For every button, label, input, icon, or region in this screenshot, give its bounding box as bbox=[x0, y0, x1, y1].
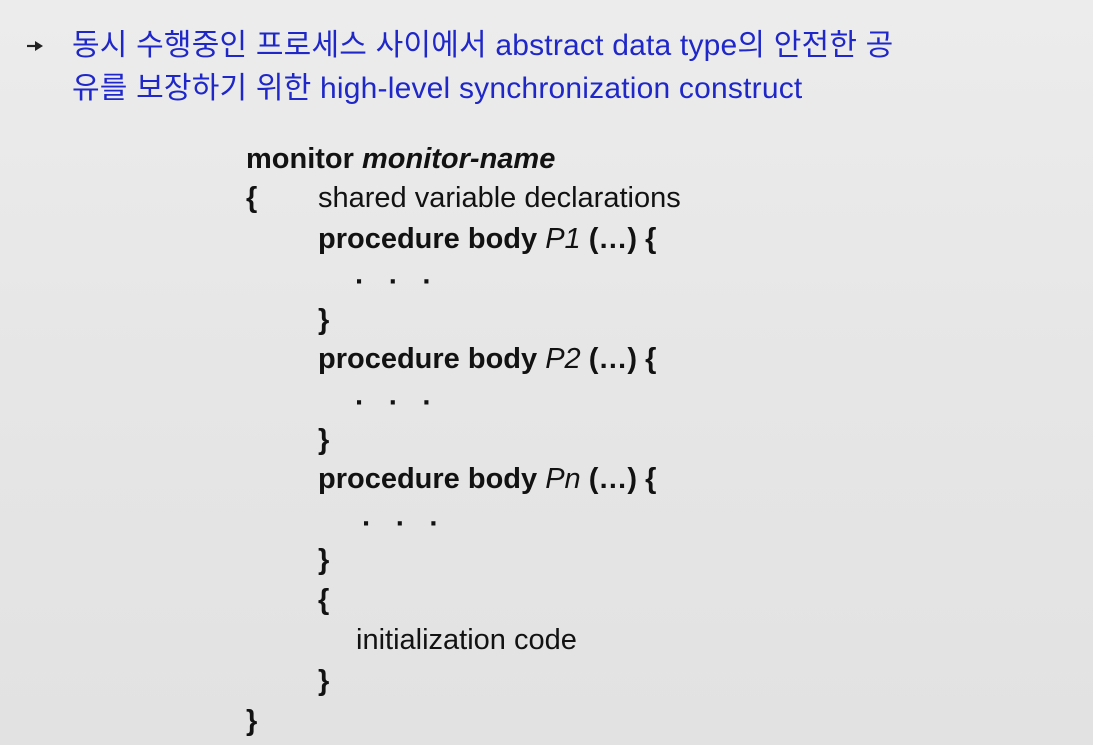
monitor-close-brace: } bbox=[246, 705, 258, 737]
initialization-close-brace: } bbox=[318, 665, 330, 697]
slide: 동시 수행중인 프로세스 사이에서 abstract data type의 안전… bbox=[0, 0, 1093, 745]
procedure-p1-header: procedure body P1 (…) { bbox=[318, 221, 656, 257]
monitor-declaration: monitor monitor-name bbox=[246, 141, 555, 177]
shared-variable-declarations: shared variable declarations bbox=[318, 182, 681, 214]
procedure-name: P2 bbox=[545, 343, 581, 375]
procedure-keyword: procedure body bbox=[318, 223, 538, 255]
procedure-p2-close: } bbox=[318, 424, 330, 456]
initialization-open-brace: { bbox=[318, 584, 330, 616]
procedure-keyword: procedure body bbox=[318, 463, 538, 495]
monitor-keyword: monitor bbox=[246, 143, 354, 175]
procedure-pn-body: · · · bbox=[362, 508, 448, 540]
procedure-name: Pn bbox=[545, 463, 581, 495]
bullet-line-2: 유를 보장하기 위한 high-level synchronization co… bbox=[72, 72, 803, 105]
procedure-pn-header: procedure body Pn (…) { bbox=[318, 461, 656, 497]
procedure-p2-body: · · · bbox=[355, 387, 441, 419]
bullet-line-1: 동시 수행중인 프로세스 사이에서 abstract data type의 안전… bbox=[72, 29, 894, 62]
initialization-code: initialization code bbox=[356, 624, 577, 656]
procedure-params: (…) { bbox=[588, 343, 657, 375]
bullet-text: 동시 수행중인 프로세스 사이에서 abstract data type의 안전… bbox=[72, 24, 1082, 110]
procedure-p1-body: · · · bbox=[355, 266, 441, 298]
monitor-open-brace: { bbox=[246, 182, 258, 214]
procedure-keyword: procedure body bbox=[318, 343, 538, 375]
arrow-bullet-icon bbox=[27, 41, 43, 51]
procedure-p1-close: } bbox=[318, 304, 330, 336]
procedure-pn-close: } bbox=[318, 544, 330, 576]
procedure-name: P1 bbox=[545, 223, 581, 255]
procedure-params: (…) { bbox=[588, 463, 657, 495]
procedure-params: (…) { bbox=[588, 223, 657, 255]
monitor-name: monitor-name bbox=[362, 143, 556, 175]
procedure-p2-header: procedure body P2 (…) { bbox=[318, 341, 656, 377]
